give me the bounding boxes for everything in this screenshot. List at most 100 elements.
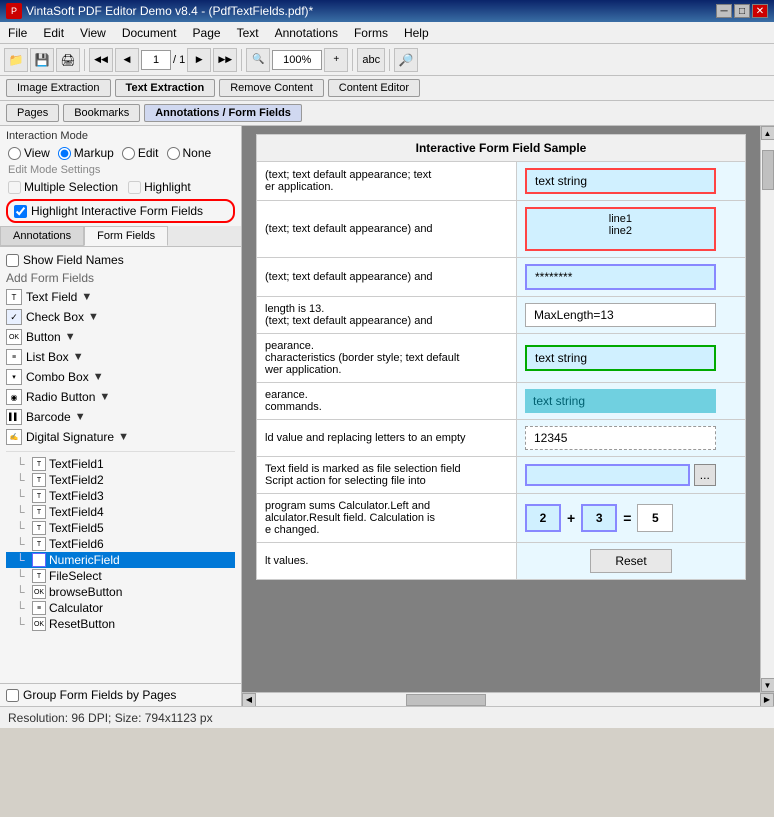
multiple-selection-label[interactable]: Multiple Selection [8,180,118,194]
combo-box-dropdown[interactable]: ▼ [93,371,104,383]
menu-view[interactable]: View [72,22,114,43]
restore-button[interactable]: □ [734,4,750,18]
menu-annotations[interactable]: Annotations [267,22,346,43]
none-radio[interactable] [167,147,180,160]
check-box-dropdown[interactable]: ▼ [88,311,99,323]
tree-item-textfield3[interactable]: └ T TextField3 [6,488,235,504]
minimize-button[interactable]: ─ [716,4,732,18]
markup-radio-label[interactable]: Markup [58,146,114,160]
menu-text[interactable]: Text [229,22,267,43]
remove-content-tab[interactable]: Remove Content [219,79,324,97]
scroll-up-button[interactable]: ▲ [761,126,774,140]
maxlen-field-sample[interactable]: MaxLength=13 [525,303,716,327]
edit-radio[interactable] [122,147,135,160]
pdf-scroll-area[interactable]: Interactive Form Field Sample (text; tex… [242,126,760,692]
zoom-out-button[interactable]: 🔍 [246,48,270,72]
scrollbar-track[interactable] [761,140,774,678]
calc-field-1[interactable]: 2 [525,504,561,532]
group-form-fields-check[interactable] [6,689,19,702]
form-fields-inner-tab[interactable]: Form Fields [84,226,168,246]
highlight-form-fields-check[interactable] [14,205,27,218]
multiline-field-sample[interactable]: line1line2 [525,207,716,251]
tree-item-calculator[interactable]: └ ≡ Calculator [6,600,235,616]
tree-item-numericfield[interactable]: └ T NumericField [6,552,235,568]
highlight-check[interactable] [128,181,141,194]
nav-next-button[interactable]: ▶ [187,48,211,72]
tree-item-textfield4[interactable]: └ T TextField4 [6,504,235,520]
radio-button-dropdown[interactable]: ▼ [99,391,110,403]
tree-item-textfield6[interactable]: └ T TextField6 [6,536,235,552]
nav-prev-button[interactable]: ◀ [115,48,139,72]
print-button[interactable]: 🖨 [56,48,80,72]
scrollbar-thumb[interactable] [762,150,774,190]
sample-cell-5[interactable]: text string [517,334,746,383]
tree-item-textfield1[interactable]: └ T TextField1 [6,456,235,472]
view-radio[interactable] [8,147,21,160]
highlight-form-fields-row[interactable]: Highlight Interactive Form Fields [6,199,235,223]
text-extraction-tab[interactable]: Text Extraction [115,79,216,97]
tree-item-reset-button[interactable]: └ OK ResetButton [6,616,235,632]
markup-radio[interactable] [58,147,71,160]
scroll-down-button[interactable]: ▼ [761,678,774,692]
view-radio-label[interactable]: View [8,146,50,160]
tree-item-textfield5[interactable]: └ T TextField5 [6,520,235,536]
highlight-label[interactable]: Highlight [128,180,191,194]
multiple-selection-check[interactable] [8,181,21,194]
h-scrollbar-track[interactable] [256,693,760,707]
zoom-in-button[interactable]: + [324,48,348,72]
image-extraction-tab[interactable]: Image Extraction [6,79,111,97]
tree-item-browse-button[interactable]: └ OK browseButton [6,584,235,600]
reset-button[interactable]: Reset [590,549,671,573]
sample-cell-8[interactable]: ... [517,457,746,494]
nav-first-button[interactable]: ◀◀ [89,48,113,72]
menu-page[interactable]: Page [185,22,229,43]
file-browse-button[interactable]: ... [694,464,716,486]
annotations-inner-tab[interactable]: Annotations [0,226,84,246]
tree-item-fileselect[interactable]: └ T FileSelect [6,568,235,584]
search-button[interactable]: 🔎 [394,48,418,72]
sample-cell-7[interactable]: 12345 [517,420,746,457]
teal-field-sample[interactable]: text string [525,389,716,413]
menu-help[interactable]: Help [396,22,437,43]
numeric-field-sample[interactable]: 12345 [525,426,716,450]
h-scroll-left-button[interactable]: ◀ [242,693,256,707]
sample-cell-2[interactable]: line1line2 [517,201,746,258]
green-field-sample[interactable]: text string [525,345,716,371]
sample-cell-10[interactable]: Reset [517,543,746,580]
sample-cell-6[interactable]: text string [517,383,746,420]
sample-cell-1[interactable]: text string [517,162,746,201]
h-scrollbar-thumb[interactable] [406,694,486,706]
calc-result-field[interactable]: 5 [637,504,673,532]
sample-cell-4[interactable]: MaxLength=13 [517,297,746,334]
button-dropdown[interactable]: ▼ [65,331,76,343]
menu-file[interactable]: File [0,22,35,43]
h-scroll-right-button[interactable]: ▶ [760,693,774,707]
nav-last-button[interactable]: ▶▶ [213,48,237,72]
tree-item-textfield2[interactable]: └ T TextField2 [6,472,235,488]
edit-radio-label[interactable]: Edit [122,146,159,160]
page-number-input[interactable]: 1 [141,50,171,70]
menu-forms[interactable]: Forms [346,22,396,43]
pages-tab[interactable]: Pages [6,104,59,122]
save-button[interactable]: 💾 [30,48,54,72]
show-field-names-check[interactable] [6,254,19,267]
password-field-sample[interactable]: ******** [525,264,716,290]
sample-cell-3[interactable]: ******** [517,258,746,297]
bookmarks-tab[interactable]: Bookmarks [63,104,140,122]
text-field-sample-1[interactable]: text string [525,168,716,194]
text-field-dropdown[interactable]: ▼ [81,291,92,303]
calc-field-2[interactable]: 3 [581,504,617,532]
barcode-dropdown[interactable]: ▼ [75,411,86,423]
sample-cell-9[interactable]: 2 + 3 = 5 [517,494,746,543]
abc-button[interactable]: abc [357,48,385,72]
annotations-tab[interactable]: Annotations / Form Fields [144,104,302,122]
file-input[interactable] [525,464,690,486]
none-radio-label[interactable]: None [167,146,212,160]
digital-signature-dropdown[interactable]: ▼ [118,431,129,443]
open-button[interactable]: 📁 [4,48,28,72]
content-editor-tab[interactable]: Content Editor [328,79,420,97]
zoom-input[interactable] [272,50,322,70]
menu-edit[interactable]: Edit [35,22,72,43]
menu-document[interactable]: Document [114,22,185,43]
close-button[interactable]: ✕ [752,4,768,18]
